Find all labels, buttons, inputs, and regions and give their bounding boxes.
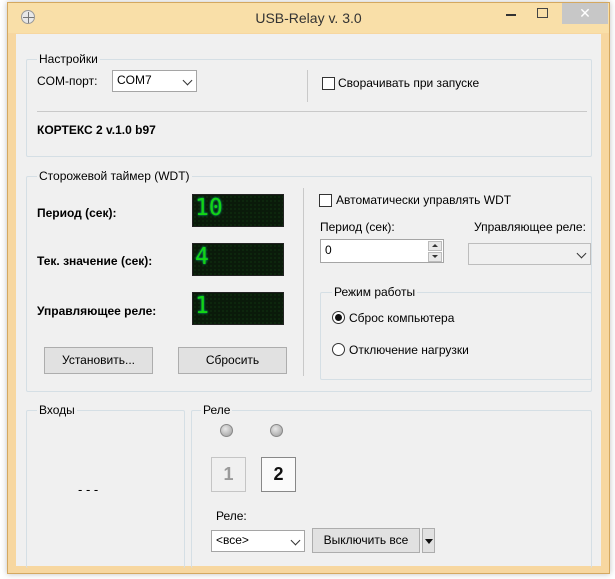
settings-group-title: Настройки: [37, 52, 100, 66]
spin-up-icon[interactable]: [428, 241, 442, 251]
set-button[interactable]: Установить...: [44, 347, 153, 374]
period-input-label: Период (сек):: [320, 220, 395, 234]
relay-1-indicator: [220, 424, 233, 437]
device-info: КОРТЕКС 2 v.1.0 b97: [37, 123, 156, 137]
auto-wdt-label[interactable]: Автоматически управлять WDT: [336, 193, 511, 207]
relay-label: Управляющее реле:: [37, 304, 157, 318]
minimize-on-start-label[interactable]: Сворачивать при запуске: [338, 76, 479, 90]
minimize-button[interactable]: [498, 3, 525, 24]
mode-group-title: Режим работы: [332, 285, 418, 299]
relays-group-title: Реле: [201, 403, 233, 417]
close-button[interactable]: ✕: [562, 3, 608, 24]
chevron-down-icon: [290, 535, 301, 546]
mode-load-label[interactable]: Отключение нагрузки: [349, 343, 469, 357]
mode-reset-radio[interactable]: [332, 311, 345, 324]
inputs-value: - - -: [78, 482, 99, 497]
wdt-divider: [303, 188, 304, 376]
current-led-value: 4: [195, 244, 209, 270]
period-led-display: 10: [192, 194, 284, 227]
chevron-down-icon: [576, 248, 587, 259]
settings-hr: [37, 111, 587, 112]
auto-wdt-checkbox[interactable]: [319, 194, 332, 207]
relay-led-display: 1: [192, 292, 284, 325]
reset-button[interactable]: Сбросить: [178, 347, 287, 374]
turn-off-all-dropdown[interactable]: [422, 528, 435, 553]
minimize-on-start-checkbox[interactable]: [322, 77, 335, 90]
mode-reset-label[interactable]: Сброс компьютера: [349, 311, 454, 325]
period-label: Период (сек):: [37, 206, 117, 220]
relay-select-value: <все>: [216, 533, 249, 547]
minimize-icon: [506, 14, 516, 16]
relay-2-button[interactable]: 2: [261, 457, 296, 492]
spin-down-icon[interactable]: [428, 252, 442, 262]
mode-group: [320, 292, 592, 380]
current-led-display: 4: [192, 243, 284, 276]
caret-down-icon: [425, 539, 433, 544]
relay-1-button[interactable]: 1: [211, 457, 246, 492]
com-port-label: COM-порт:: [37, 74, 98, 88]
relay-select[interactable]: <все>: [211, 530, 305, 552]
wdt-group-title: Сторожевой таймер (WDT): [37, 169, 192, 183]
relay-led-value: 1: [195, 293, 209, 319]
chevron-down-icon: [182, 75, 193, 86]
maximize-icon: [537, 8, 548, 18]
close-icon: ✕: [579, 5, 591, 21]
current-value-label: Тек. значение (сек):: [37, 254, 153, 268]
control-relay-label: Управляющее реле:: [474, 220, 586, 234]
inputs-group-title: Входы: [37, 403, 77, 417]
period-led-value: 10: [195, 195, 223, 221]
period-spinbox[interactable]: 0: [320, 239, 444, 263]
relay-select-label: Реле:: [216, 509, 247, 523]
relay-2-indicator: [270, 424, 283, 437]
period-spinbox-value: 0: [325, 243, 332, 257]
app-window: USB-Relay v. 3.0 ✕ Настройки COM-порт: C…: [7, 2, 610, 574]
settings-divider: [307, 70, 308, 102]
com-port-value: COM7: [117, 73, 152, 87]
turn-off-all-button[interactable]: Выключить все: [312, 528, 420, 553]
control-relay-select[interactable]: [468, 243, 591, 265]
com-port-select[interactable]: COM7: [112, 70, 197, 92]
title-bar[interactable]: USB-Relay v. 3.0 ✕: [8, 3, 609, 33]
mode-load-radio[interactable]: [332, 343, 345, 356]
client-area: Настройки COM-порт: COM7 Сворачивать при…: [16, 34, 601, 568]
inputs-group: [26, 410, 185, 568]
maximize-button[interactable]: [529, 3, 556, 24]
settings-group: [26, 59, 592, 157]
